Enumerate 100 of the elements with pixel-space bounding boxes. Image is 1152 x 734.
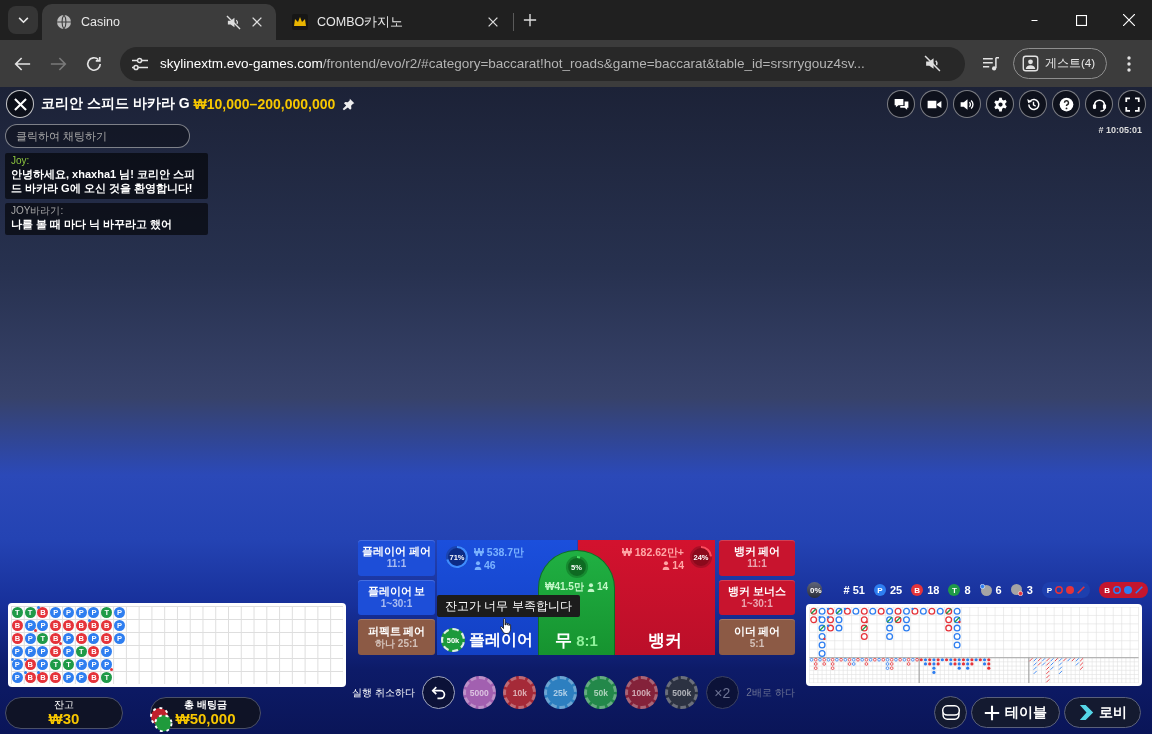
plus-icon bbox=[523, 13, 537, 27]
pair-dot-icon bbox=[110, 668, 114, 671]
result-count: 3 bbox=[1026, 584, 1033, 596]
help-icon bbox=[1058, 96, 1074, 112]
player-ring-icon bbox=[919, 607, 927, 615]
muted-speaker-icon[interactable] bbox=[226, 14, 241, 30]
balance-value: ₩30 bbox=[48, 710, 80, 727]
settings-button[interactable] bbox=[986, 90, 1014, 118]
muted-speaker-icon[interactable] bbox=[924, 55, 941, 72]
ring-icon bbox=[1055, 586, 1064, 594]
percent-ring bbox=[445, 545, 469, 569]
forward-arrow-icon bbox=[49, 56, 67, 71]
volume-button[interactable] bbox=[953, 90, 981, 118]
total-bet-label: 총 배팅금 bbox=[184, 699, 227, 710]
banker-ring-icon bbox=[928, 607, 936, 615]
person-icon bbox=[662, 560, 671, 570]
add-table-button[interactable]: 테이블 bbox=[971, 697, 1060, 728]
pair-dot-icon bbox=[36, 671, 40, 674]
player-count: 46 bbox=[484, 559, 496, 571]
pair-dot-icon bbox=[59, 642, 63, 645]
person-icon bbox=[586, 582, 595, 592]
player-count: 14 bbox=[672, 559, 684, 571]
headset-button[interactable] bbox=[1085, 90, 1113, 118]
back-arrow-icon bbox=[13, 56, 31, 71]
browser-tab[interactable]: Casino bbox=[42, 4, 276, 40]
pin-icon[interactable] bbox=[342, 97, 356, 111]
bet-limits: ₩10,000–200,000,000 bbox=[193, 96, 336, 112]
close-button[interactable] bbox=[6, 90, 34, 118]
history-button[interactable] bbox=[1019, 90, 1047, 118]
close-icon[interactable] bbox=[486, 15, 500, 29]
side-bet-button[interactable]: 플레이어 보 1~30:1 bbox=[358, 579, 435, 616]
address-bar[interactable]: skylinextm.evo-games.com/frontend/evo/r2/#category=baccarat!hot_roads&game=baccarat&table_id=srsrrygouz4sv... bbox=[120, 46, 965, 81]
banker-ring-icon bbox=[911, 607, 919, 615]
undo-icon bbox=[430, 685, 447, 700]
player-count: 14 bbox=[596, 581, 608, 593]
reload-icon bbox=[86, 55, 102, 72]
result-count: 25 bbox=[890, 584, 903, 596]
side-bet-button[interactable]: 뱅커 보너스 1~30:1 bbox=[719, 579, 795, 616]
result-count: 8 bbox=[964, 584, 971, 596]
plus-icon bbox=[984, 704, 1000, 721]
fullscreen-icon bbox=[1124, 96, 1140, 112]
history-icon bbox=[1025, 96, 1041, 112]
chat-author: JOY바라기: bbox=[11, 205, 65, 217]
slash-icon bbox=[1077, 586, 1086, 594]
browser-tab[interactable]: COMBO카지노 bbox=[278, 4, 512, 40]
tab-search-button[interactable] bbox=[8, 6, 38, 34]
banker-ring-icon bbox=[877, 607, 885, 615]
chat-author: Joy: bbox=[11, 155, 31, 167]
player-prediction-button[interactable]: P bbox=[1041, 582, 1091, 598]
side-bet-button[interactable]: 이더 페어 5:1 bbox=[719, 619, 795, 655]
round-id: # 10:05:01 bbox=[1098, 125, 1142, 135]
close-icon[interactable] bbox=[250, 15, 264, 29]
bet-amount: ₩ 182.62만+ bbox=[621, 546, 684, 558]
help-button[interactable] bbox=[1052, 90, 1080, 118]
tooltip: 잔고가 너무 부족합니다 bbox=[437, 595, 580, 617]
volume-icon bbox=[959, 96, 975, 112]
balance-label: 잔고 bbox=[54, 699, 74, 710]
globe-icon bbox=[56, 14, 72, 30]
player-ring-icon bbox=[869, 607, 877, 615]
player-ring-icon bbox=[936, 607, 944, 615]
chat-input[interactable]: 클릭하여 채팅하기 bbox=[5, 124, 190, 148]
percent-toggle[interactable]: 0% bbox=[807, 582, 822, 598]
result-count: 6 bbox=[995, 584, 1002, 596]
ring-icon bbox=[1113, 586, 1121, 594]
more-icon bbox=[1127, 55, 1131, 72]
percent-ring bbox=[689, 545, 713, 569]
side-bet-button[interactable]: 플레이어 페어 11:1 bbox=[358, 540, 435, 576]
chevron-down-icon bbox=[17, 16, 29, 24]
minimize-icon bbox=[1029, 19, 1040, 21]
total-bet-value: ₩50,000 bbox=[175, 710, 236, 727]
undo-label: 실행 취소하다 bbox=[352, 685, 415, 700]
side-bet-button[interactable]: 퍼펙트 페어 하나 25:1 bbox=[358, 619, 435, 655]
pair-dot-icon bbox=[36, 606, 40, 609]
pair-dot-icon bbox=[33, 629, 37, 632]
chip-stack-icon bbox=[150, 707, 173, 732]
banker-prediction-button[interactable]: B bbox=[1099, 582, 1148, 598]
banker-pair-icon bbox=[1010, 584, 1023, 596]
lobby-button[interactable]: 로비 bbox=[1064, 697, 1141, 728]
chat-text: 나를 볼 때 마다 닉 바꾸라고 했어 bbox=[11, 217, 174, 231]
hand-cursor-icon bbox=[500, 618, 512, 634]
chat-button[interactable] bbox=[887, 90, 915, 118]
pair-dot-icon bbox=[11, 658, 14, 661]
person-icon bbox=[1022, 55, 1039, 72]
side-bet-button[interactable]: 뱅커 페어 11:1 bbox=[719, 540, 795, 576]
video-camera-button[interactable] bbox=[920, 90, 948, 118]
site-settings-icon[interactable] bbox=[131, 55, 149, 72]
player-ring-icon bbox=[852, 607, 860, 615]
close-icon bbox=[13, 97, 27, 111]
chat-text: 안녕하세요, xhaxha1 님! 코리안 스피드 바카라 G에 오신 것을 환영합니다! bbox=[11, 167, 196, 195]
pair-dot-icon bbox=[23, 671, 27, 674]
pair-dot-icon bbox=[23, 658, 27, 661]
fullscreen-button[interactable] bbox=[1118, 90, 1146, 118]
table-icon bbox=[940, 704, 961, 721]
settings-icon bbox=[992, 96, 1008, 112]
playlist-icon bbox=[982, 55, 1000, 72]
person-icon bbox=[474, 560, 482, 570]
maximize-icon bbox=[1076, 14, 1087, 26]
headset-icon bbox=[1091, 96, 1107, 112]
round-count: # 51 bbox=[843, 584, 865, 596]
crown-logo-icon bbox=[292, 14, 308, 30]
